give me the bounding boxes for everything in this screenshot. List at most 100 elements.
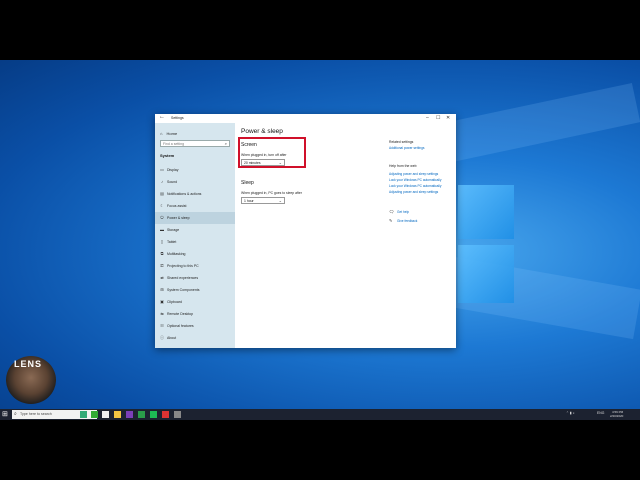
sidebar: ⌂ Home Find a setting ⌕ System ▭ Display ♪… [155, 123, 235, 348]
sidebar-item-label: Storage [167, 228, 180, 232]
info-icon: ⓘ [160, 335, 164, 340]
sidebar-item-projecting-to-this-pc[interactable]: ⎚ Projecting to this PC [155, 260, 235, 272]
additional-power-settings-link[interactable]: Additional power settings [389, 146, 424, 150]
sidebar-item-about[interactable]: ⓘ About [155, 332, 235, 344]
related-settings-heading: Related settings [389, 140, 414, 144]
power-icon: ⏻ [160, 215, 164, 220]
sidebar-item-label: Shared experiences [167, 276, 199, 280]
sidebar-item-label: Remote Desktop [167, 312, 194, 316]
home-icon: ⌂ [160, 131, 163, 136]
sidebar-item-display[interactable]: ▭ Display [155, 164, 235, 176]
windows-start-icon[interactable]: ⊞ [2, 411, 8, 418]
cortana-icon[interactable] [80, 411, 87, 418]
feedback-icon: ✎ [389, 218, 393, 223]
sidebar-item-label: Multitasking [167, 252, 186, 256]
channel-logo-text: LENS [14, 359, 43, 369]
sidebar-item-focus-assist[interactable]: ☾ Focus assist [155, 200, 235, 212]
help-link[interactable]: Adjusting power and sleep settings [389, 172, 438, 176]
sidebar-item-storage[interactable]: ▬ Storage [155, 224, 235, 236]
sidebar-item-label: Optional features [167, 324, 194, 328]
screen-timeout-dropdown[interactable]: 20 minutes ⌄ [241, 159, 285, 166]
features-icon: ☷ [160, 323, 164, 328]
sidebar-nav: ▭ Display ♪ Sound ▤ Notifications & actions ☾ F… [155, 164, 235, 344]
tray-language[interactable]: ENG [597, 411, 604, 415]
search-icon: ⌕ [224, 141, 227, 146]
file-explorer-icon[interactable] [114, 411, 121, 418]
shared-icon: ⇄ [160, 275, 164, 280]
back-arrow-icon[interactable]: ← [159, 114, 165, 120]
speaker-icon: ♪ [161, 179, 163, 184]
app-icon[interactable] [126, 411, 133, 418]
taskbar-search-placeholder: Type here to search [20, 412, 52, 416]
minimize-button[interactable]: – [426, 115, 429, 121]
settings-window: ← Settings – ☐ ✕ ⌂ Home Find a setting ⌕… [155, 114, 456, 348]
screen-timeout-label: When plugged in, turn off after [241, 153, 287, 157]
get-help-link[interactable]: Get help [397, 210, 409, 214]
close-button[interactable]: ✕ [446, 115, 450, 121]
sidebar-item-system-components[interactable]: ⊞ System Components [155, 284, 235, 296]
tray-date[interactable]: 2/20/2020 [610, 414, 623, 418]
help-link[interactable]: Lock your Windows PC automatically [389, 178, 441, 182]
windows-logo-pane [458, 185, 514, 239]
search-icon: ⌕ [14, 411, 17, 417]
storage-icon: ▬ [160, 227, 164, 232]
monitor-icon: ▭ [160, 167, 164, 172]
moon-icon: ☾ [160, 203, 164, 208]
sidebar-home[interactable]: ⌂ Home [160, 131, 177, 136]
sidebar-item-label: Display [167, 168, 179, 172]
help-link[interactable]: Adjusting power and sleep settings [389, 190, 438, 194]
sidebar-item-clipboard[interactable]: ▣ Clipboard [155, 296, 235, 308]
sidebar-item-notifications-actions[interactable]: ▤ Notifications & actions [155, 188, 235, 200]
sidebar-item-label: Tablet [167, 240, 177, 244]
main-content: Power & sleep Screen When plugged in, tu… [235, 123, 456, 348]
app-icon[interactable] [91, 411, 98, 418]
maximize-button[interactable]: ☐ [436, 115, 440, 121]
sleep-timeout-dropdown[interactable]: 1 hour ⌄ [241, 197, 285, 204]
help-link[interactable]: Lock your Windows PC automatically [389, 184, 441, 188]
sidebar-item-label: Clipboard [167, 300, 182, 304]
sidebar-item-label: Focus assist [167, 204, 187, 208]
chevron-down-icon: ⌄ [278, 160, 282, 165]
search-input[interactable]: Find a setting ⌕ [160, 140, 230, 147]
spotify-icon[interactable] [150, 411, 157, 418]
task-view-icon[interactable] [102, 411, 109, 418]
sidebar-item-multitasking[interactable]: ⧉ Multitasking [155, 248, 235, 260]
sidebar-item-label: System Components [167, 288, 200, 292]
taskbar: ⊞ ⌕ Type here to search ⌃ ▮ ◖ ENG 4:59 P… [0, 409, 640, 420]
screen-timeout-value: 20 minutes [244, 161, 261, 165]
projecting-icon: ⎚ [160, 263, 164, 268]
app-icon[interactable] [162, 411, 169, 418]
sidebar-item-shared-experiences[interactable]: ⇄ Shared experiences [155, 272, 235, 284]
screen-heading: Screen [241, 142, 257, 148]
sidebar-item-label: Projecting to this PC [167, 264, 199, 268]
sidebar-item-power-sleep[interactable]: ⏻ Power & sleep [155, 212, 235, 224]
sidebar-section-title: System [160, 153, 175, 158]
sidebar-item-label: Sound [167, 180, 178, 184]
page-title: Power & sleep [241, 128, 283, 135]
sidebar-item-label: About [167, 336, 177, 340]
multitasking-icon: ⧉ [160, 251, 164, 256]
search-placeholder: Find a setting [163, 142, 185, 146]
sleep-timeout-label: When plugged in, PC goes to sleep after [241, 191, 302, 195]
tablet-icon: ▯ [160, 239, 164, 244]
sidebar-item-optional-features[interactable]: ☷ Optional features [155, 320, 235, 332]
home-label: Home [166, 131, 178, 136]
give-feedback-link[interactable]: Give feedback [397, 219, 417, 223]
help-heading: Help from the web [389, 164, 417, 168]
sidebar-item-label: Notifications & actions [167, 192, 202, 196]
settings-gear-icon[interactable] [174, 411, 181, 418]
get-help-icon: 🗨 [389, 209, 395, 214]
chevron-down-icon: ⌄ [278, 198, 282, 203]
components-icon: ⊞ [160, 287, 164, 292]
sidebar-item-remote-desktop[interactable]: ⇆ Remote Desktop [155, 308, 235, 320]
sleep-timeout-value: 1 hour [244, 199, 254, 203]
remote-icon: ⇆ [160, 311, 164, 316]
sleep-heading: Sleep [241, 180, 254, 186]
tray-icons[interactable]: ⌃ ▮ ◖ [566, 411, 575, 415]
sidebar-item-tablet[interactable]: ▯ Tablet [155, 236, 235, 248]
app-icon[interactable] [138, 411, 145, 418]
sidebar-item-sound[interactable]: ♪ Sound [155, 176, 235, 188]
sidebar-item-label: Power & sleep [167, 216, 190, 220]
clipboard-icon: ▣ [160, 299, 164, 304]
title-bar: ← Settings – ☐ ✕ [155, 114, 456, 123]
